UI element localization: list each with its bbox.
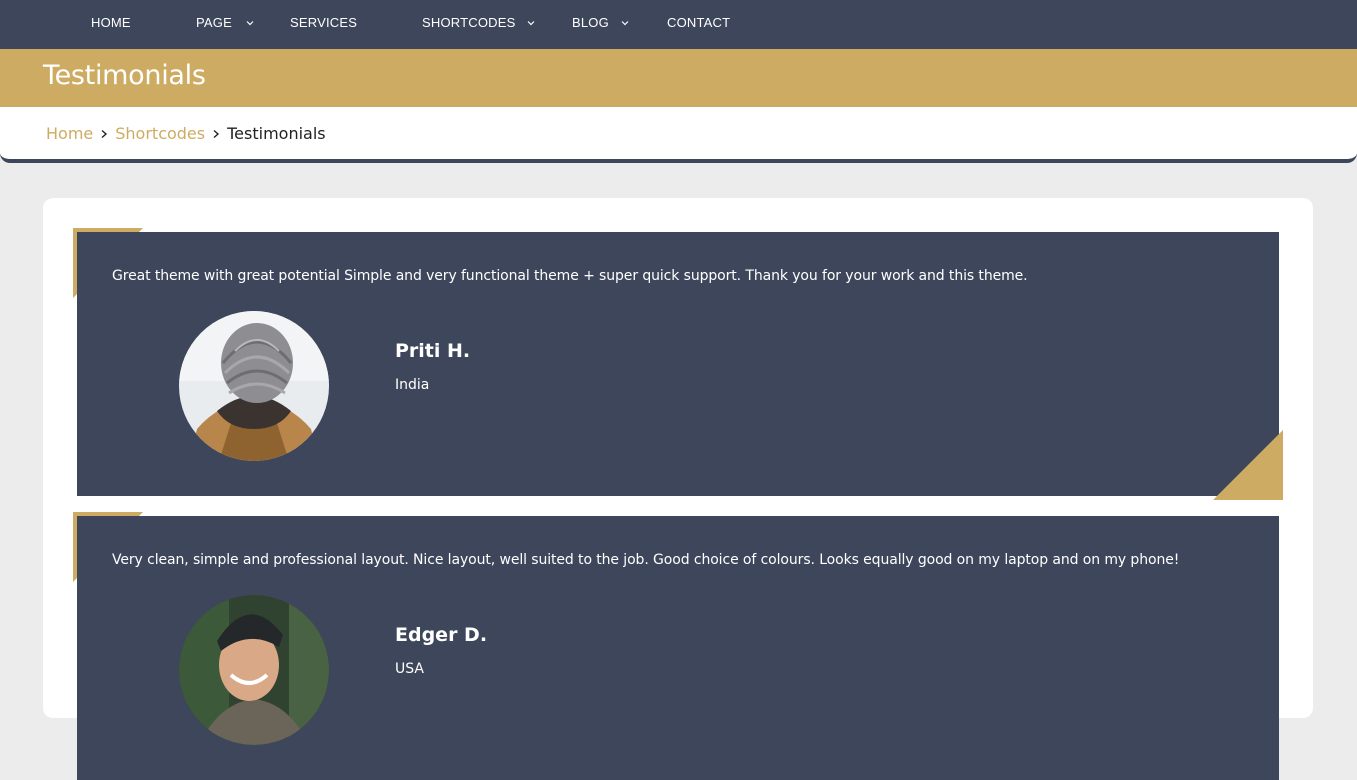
testimonial-quote: Great theme with great potential Simple … bbox=[112, 268, 1028, 284]
testimonial-card: Very clean, simple and professional layo… bbox=[77, 516, 1279, 780]
avatar bbox=[179, 595, 329, 745]
breadcrumb-bar: Home Shortcodes Testimonials bbox=[0, 107, 1357, 163]
nav-item-page[interactable]: PAGE bbox=[196, 0, 254, 45]
testimonial-author-name: Priti H. bbox=[395, 340, 471, 362]
chevron-down-icon bbox=[527, 21, 535, 26]
corner-accent-bottom-right bbox=[1213, 430, 1283, 500]
nav-label-blog: BLOG bbox=[572, 15, 609, 30]
nav-item-shortcodes[interactable]: SHORTCODES bbox=[422, 0, 535, 45]
testimonial-author-country: USA bbox=[395, 661, 424, 677]
nav-label-contact: CONTACT bbox=[667, 15, 731, 30]
breadcrumb-home-link[interactable]: Home bbox=[46, 124, 93, 143]
main-navbar: HOME PAGE SERVICES SHORTCODES BLOG CONTA… bbox=[0, 0, 1357, 49]
nav-item-blog[interactable]: BLOG bbox=[572, 0, 629, 45]
nav-label-home: HOME bbox=[91, 15, 131, 30]
testimonial-card: Great theme with great potential Simple … bbox=[77, 232, 1279, 496]
chevron-right-icon bbox=[101, 129, 108, 138]
nav-item-services[interactable]: SERVICES bbox=[290, 0, 357, 45]
chevron-down-icon bbox=[621, 21, 629, 26]
person-photo-beanie bbox=[179, 311, 329, 461]
testimonial-quote: Very clean, simple and professional layo… bbox=[112, 552, 1180, 568]
nav-label-shortcodes: SHORTCODES bbox=[422, 15, 516, 30]
nav-item-contact[interactable]: CONTACT bbox=[667, 0, 730, 45]
testimonial-author-country: India bbox=[395, 377, 430, 393]
avatar bbox=[179, 311, 329, 461]
person-photo-smiling bbox=[179, 595, 329, 745]
breadcrumb-shortcodes-link[interactable]: Shortcodes bbox=[115, 124, 205, 143]
breadcrumb: Home Shortcodes Testimonials bbox=[46, 124, 326, 143]
page-title: Testimonials bbox=[43, 60, 206, 91]
chevron-right-icon bbox=[213, 129, 220, 138]
chevron-down-icon bbox=[246, 21, 254, 26]
nav-label-services: SERVICES bbox=[290, 15, 358, 30]
page-title-bar: Testimonials bbox=[0, 49, 1357, 107]
nav-label-page: PAGE bbox=[196, 15, 232, 30]
nav-item-home[interactable]: HOME bbox=[91, 0, 131, 45]
testimonial-author-name: Edger D. bbox=[395, 624, 488, 646]
breadcrumb-current: Testimonials bbox=[227, 124, 326, 143]
